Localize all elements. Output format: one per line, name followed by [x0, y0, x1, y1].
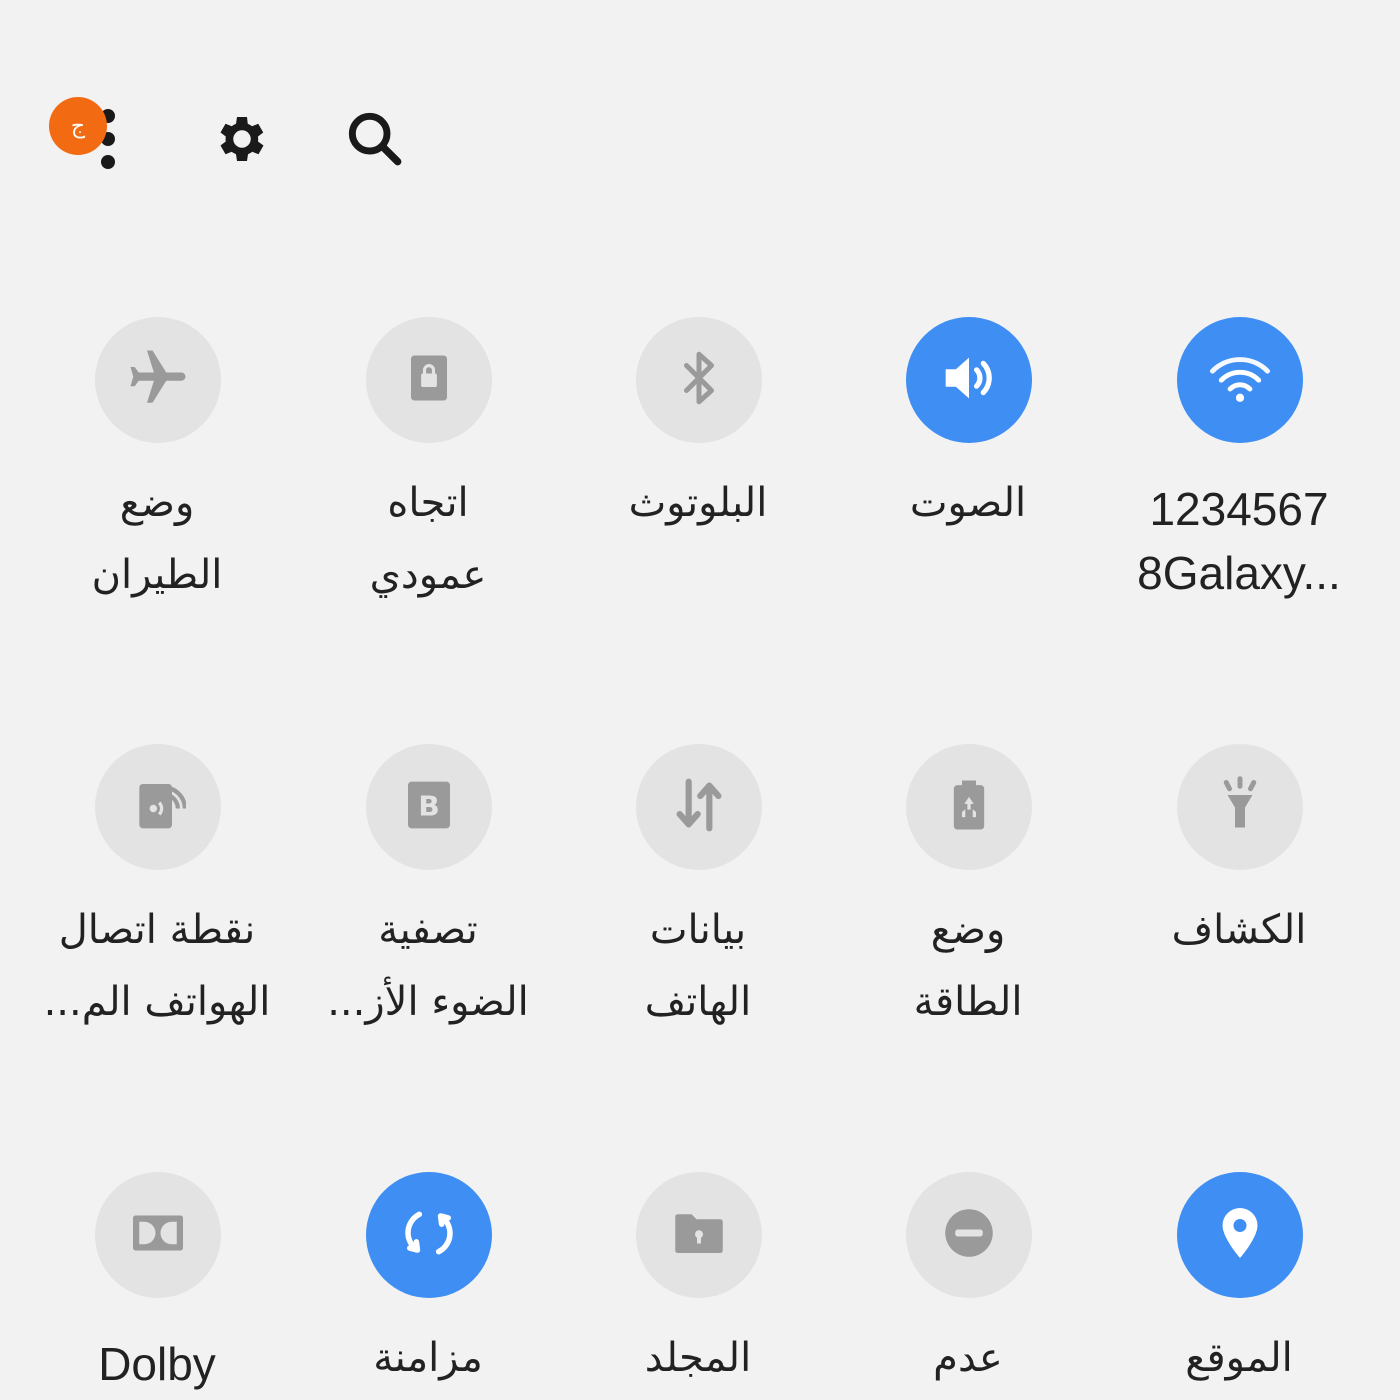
sync-icon [396, 1200, 462, 1270]
tile-bluetooth-button[interactable] [636, 317, 762, 443]
tile-power-saving-label-line1: وضع [930, 907, 1006, 953]
quick-settings-panel: ج 1234567 8Galaxy... الصوت البلوتوث اتجا… [0, 0, 1400, 1400]
tile-wifi-label-line2: 8Galaxy... [1137, 547, 1341, 599]
tile-sync-button[interactable] [366, 1172, 492, 1298]
do-not-disturb-icon [939, 1203, 999, 1267]
tile-flashlight-label: الكشاف [1104, 894, 1374, 966]
tile-do-not-disturb-label-line1: عدم [933, 1335, 1003, 1381]
tile-do-not-disturb-button[interactable] [906, 1172, 1032, 1298]
tile-hotspot-label-line1: نقطة اتصال [58, 907, 256, 953]
tile-sound-label: الصوت [833, 467, 1103, 539]
blue-light-filter-icon: B [401, 777, 457, 837]
tile-secure-folder-button[interactable] [636, 1172, 762, 1298]
wifi-icon [1207, 345, 1273, 415]
tile-airplane-label-line1: وضع [119, 480, 195, 526]
tile-sound-button[interactable] [906, 317, 1032, 443]
tile-portrait-label-line1: اتجاه [387, 480, 469, 526]
dolby-icon [128, 1203, 188, 1267]
tile-blue-light-label-line1: تصفية [378, 907, 478, 953]
tile-blue-light-button[interactable]: B [366, 744, 492, 870]
tile-wifi-label: 1234567 8Galaxy... [1104, 477, 1374, 605]
quick-settings-grid: 1234567 8Galaxy... الصوت البلوتوث اتجاه … [0, 0, 1400, 1400]
tile-sync-label-line1: مزامنة [373, 1335, 483, 1381]
tile-airplane-button[interactable] [95, 317, 221, 443]
portrait-lock-icon [402, 351, 456, 409]
tile-mobile-data-label-line2: الهاتف [644, 979, 752, 1025]
tile-power-saving-label: وضع الطاقة [833, 894, 1103, 1038]
location-icon [1210, 1203, 1270, 1267]
tile-flashlight-label-line1: الكشاف [1171, 907, 1307, 953]
tile-sound-label-line1: الصوت [909, 480, 1027, 526]
tile-bluetooth-label: البلوتوث [563, 467, 833, 539]
tile-dolby-button[interactable] [95, 1172, 221, 1298]
notification-badge: ج [49, 97, 107, 155]
tile-flashlight-button[interactable] [1177, 744, 1303, 870]
tile-hotspot-label-line2: الهواتف الم... [43, 979, 271, 1025]
tile-location-button[interactable] [1177, 1172, 1303, 1298]
tile-secure-folder-label: المجلد [563, 1322, 833, 1394]
flashlight-icon [1210, 775, 1270, 839]
tile-portrait-button[interactable] [366, 317, 492, 443]
tile-blue-light-label: تصفية الضوء الأز... [293, 894, 563, 1038]
airplane-icon [125, 345, 191, 415]
mobile-data-icon [668, 774, 730, 840]
tile-mobile-data-button[interactable] [636, 744, 762, 870]
tile-airplane-label: وضع الطيران [22, 467, 292, 611]
tile-location-label-line1: الموقع [1185, 1335, 1293, 1381]
power-saving-icon [941, 777, 997, 837]
tile-wifi-button[interactable] [1177, 317, 1303, 443]
tile-hotspot-label: نقطة اتصال الهواتف الم... [22, 894, 292, 1038]
secure-folder-icon [669, 1203, 729, 1267]
tile-secure-folder-label-line1: المجلد [644, 1335, 752, 1381]
tile-blue-light-label-line2: الضوء الأز... [327, 979, 529, 1025]
svg-text:B: B [418, 790, 439, 823]
tile-bluetooth-label-line1: البلوتوث [628, 480, 768, 526]
hotspot-icon [130, 777, 187, 837]
tile-mobile-data-label-line1: بيانات [649, 907, 747, 953]
bluetooth-icon [669, 348, 729, 412]
tile-sync-label: مزامنة [293, 1322, 563, 1394]
tile-power-saving-button[interactable] [906, 744, 1032, 870]
tile-airplane-label-line2: الطيران [91, 552, 223, 598]
tile-wifi-label-line1: 1234567 [1149, 483, 1329, 535]
tile-portrait-label-line2: عمودي [369, 552, 487, 598]
tile-dolby-label-line1: Dolby [98, 1338, 216, 1390]
tile-location-label: الموقع [1104, 1322, 1374, 1394]
tile-power-saving-label-line2: الطاقة [913, 979, 1023, 1025]
tile-mobile-data-label: بيانات الهاتف [563, 894, 833, 1038]
sound-icon [934, 343, 1004, 417]
tile-do-not-disturb-label: عدم [833, 1322, 1103, 1394]
tile-hotspot-button[interactable] [95, 744, 221, 870]
tile-dolby-label: Dolby [22, 1332, 292, 1396]
tile-portrait-label: اتجاه عمودي [293, 467, 563, 611]
